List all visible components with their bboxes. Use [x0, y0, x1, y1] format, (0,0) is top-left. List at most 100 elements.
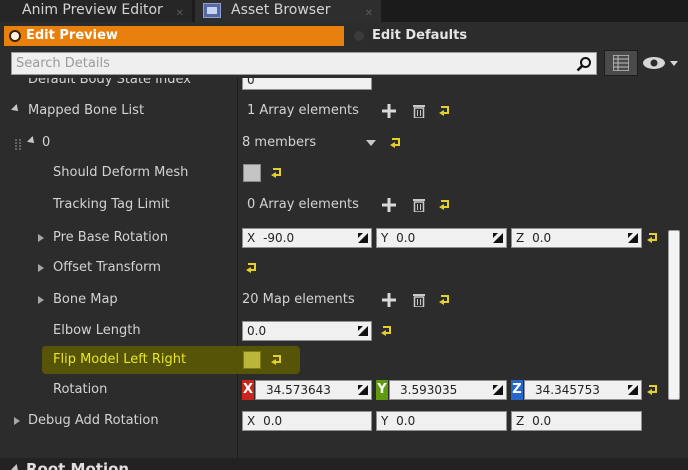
z-value: 0.0: [532, 414, 552, 428]
debug-add-rotation-y-field[interactable]: Y 0.0: [376, 411, 507, 431]
expand-arrow-icon[interactable]: [27, 136, 37, 146]
drag-resize-icon[interactable]: [628, 385, 638, 395]
should-deform-mesh-checkbox[interactable]: [243, 164, 261, 182]
drag-resize-icon[interactable]: [493, 233, 503, 243]
property-label: 0: [42, 135, 51, 150]
asset-browser-icon: [203, 3, 221, 18]
delete-all-icon[interactable]: [412, 104, 426, 118]
collapse-arrow-icon[interactable]: [38, 264, 44, 272]
rotation-y-field[interactable]: 3.593035: [389, 380, 507, 400]
pre-base-rotation-z-field[interactable]: Z 0.0: [511, 228, 642, 248]
debug-add-rotation-z-field[interactable]: Z 0.0: [511, 411, 642, 431]
edit-defaults-button[interactable]: Edit Defaults: [352, 26, 467, 46]
edit-preview-button[interactable]: Edit Preview: [4, 26, 344, 46]
expand-arrow-icon[interactable]: [11, 464, 21, 470]
property-label: Mapped Bone List: [28, 103, 145, 118]
reset-to-default-icon[interactable]: [390, 138, 402, 148]
reset-to-default-icon[interactable]: [246, 263, 258, 273]
axis-x-tag: X: [242, 380, 254, 400]
z-value: 0.0: [532, 231, 552, 245]
rotation-x-field[interactable]: 34.573643: [255, 380, 372, 400]
scrollbar-thumb[interactable]: [668, 230, 680, 400]
view-options-button[interactable]: [642, 54, 684, 72]
row-element-0: 0 8 members: [0, 127, 665, 159]
x-value: 34.573643: [266, 383, 331, 397]
pre-base-rotation-x-field[interactable]: X -90.0: [242, 228, 372, 248]
property-label: Rotation: [53, 382, 108, 397]
property-label: Elbow Length: [53, 323, 141, 338]
add-element-icon[interactable]: [382, 104, 396, 118]
search-icon[interactable]: [576, 56, 592, 72]
reset-to-default-icon[interactable]: [439, 200, 451, 210]
reset-to-default-icon[interactable]: [271, 168, 283, 178]
chevron-down-icon[interactable]: [366, 140, 376, 146]
collapse-arrow-icon[interactable]: [38, 296, 44, 304]
reset-to-default-icon[interactable]: [381, 326, 393, 336]
row-should-deform-mesh: Should Deform Mesh: [0, 157, 665, 189]
delete-all-icon[interactable]: [412, 293, 426, 307]
drag-resize-icon[interactable]: [358, 326, 368, 336]
array-count: 0 Array elements: [247, 197, 359, 212]
search-box: [11, 52, 597, 75]
grid-icon: [613, 55, 629, 71]
details-panel: Default Body State Index 0 Mapped Bone L…: [0, 78, 688, 470]
row-mapped-bone-list: Mapped Bone List 1 Array elements: [0, 95, 665, 127]
row-tracking-tag-limit: Tracking Tag Limit 0 Array elements: [0, 189, 665, 221]
drag-resize-icon[interactable]: [493, 385, 503, 395]
drag-resize-icon[interactable]: [628, 233, 638, 243]
row-flip-model-left-right: Flip Model Left Right: [0, 344, 665, 376]
member-count: 8 members: [242, 135, 317, 150]
reset-to-default-icon[interactable]: [647, 385, 659, 395]
radio-unselected-icon: [354, 31, 364, 41]
property-label: Default Body State Index: [28, 78, 191, 87]
x-value: 0.0: [263, 414, 283, 428]
tab-close-icon[interactable]: ✕: [176, 4, 184, 24]
z-value: 34.345753: [535, 383, 600, 397]
y-value: 0.0: [396, 231, 416, 245]
property-matrix-button[interactable]: [604, 50, 638, 76]
collapse-arrow-icon[interactable]: [38, 234, 44, 242]
reset-to-default-icon[interactable]: [647, 233, 659, 243]
add-element-icon[interactable]: [382, 293, 396, 307]
drag-resize-icon[interactable]: [358, 233, 368, 243]
add-element-icon[interactable]: [382, 198, 396, 212]
row-default-body-state-index: Default Body State Index 0: [0, 78, 665, 96]
expand-arrow-icon[interactable]: [11, 104, 21, 114]
mode-selector: Edit Preview Edit Defaults: [0, 25, 688, 47]
axis-x-label: X: [247, 414, 256, 428]
row-rotation: Rotation X 34.573643 Y 3.593035 Z 34.345…: [0, 374, 665, 406]
debug-add-rotation-x-field[interactable]: X 0.0: [242, 411, 372, 431]
search-input[interactable]: [12, 53, 572, 74]
reset-to-default-icon[interactable]: [439, 295, 451, 305]
tab-label: Asset Browser: [231, 2, 331, 18]
rotation-z-field[interactable]: 34.345753: [524, 380, 642, 400]
tab-asset-browser[interactable]: Asset Browser ✕: [195, 0, 381, 22]
reset-to-default-icon[interactable]: [439, 106, 451, 116]
row-pre-base-rotation: Pre Base Rotation X -90.0 Y 0.0 Z 0.0: [0, 222, 665, 254]
radio-selected-icon: [9, 30, 21, 42]
drag-resize-icon[interactable]: [358, 385, 368, 395]
edit-preview-label: Edit Preview: [26, 28, 118, 43]
category-root-motion[interactable]: Root Motion: [0, 458, 688, 470]
delete-all-icon[interactable]: [412, 198, 426, 212]
category-label: Root Motion: [26, 460, 130, 470]
x-value: -90.0: [263, 231, 295, 245]
axis-y-tag: Y: [376, 380, 388, 400]
collapse-arrow-icon[interactable]: [14, 417, 20, 425]
property-label: Tracking Tag Limit: [53, 197, 170, 212]
tab-close-icon[interactable]: ✕: [365, 4, 373, 24]
default-body-state-index-field[interactable]: 0: [242, 78, 372, 90]
flip-model-left-right-checkbox[interactable]: [243, 351, 261, 369]
elbow-length-field[interactable]: 0.0: [242, 321, 372, 341]
drag-handle-icon[interactable]: [15, 139, 21, 151]
row-bone-map: Bone Map 20 Map elements: [0, 284, 665, 316]
reset-to-default-icon[interactable]: [271, 355, 283, 365]
tab-anim-preview-editor[interactable]: Anim Preview Editor ✕: [0, 0, 192, 22]
eye-icon: [643, 57, 678, 69]
pre-base-rotation-y-field[interactable]: Y 0.0: [376, 228, 507, 248]
elbow-length-value: 0.0: [247, 324, 267, 338]
tab-bar: Anim Preview Editor ✕ Asset Browser ✕: [0, 0, 688, 22]
axis-x-label: X: [247, 231, 256, 245]
row-offset-transform: Offset Transform: [0, 252, 665, 284]
property-label: Should Deform Mesh: [53, 165, 189, 180]
